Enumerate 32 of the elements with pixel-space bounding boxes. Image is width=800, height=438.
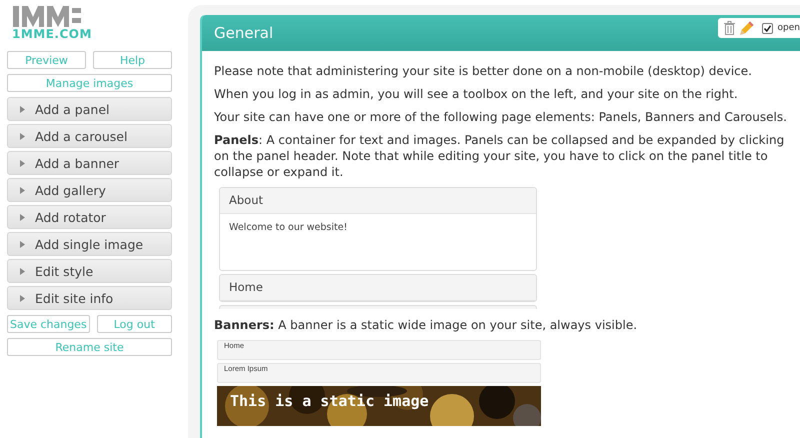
- sample-panel-header[interactable]: About: [220, 188, 536, 214]
- menu-item[interactable]: Edit site info: [7, 286, 172, 310]
- checkbox-label: open: [778, 23, 800, 33]
- menu-item[interactable]: Add a banner: [7, 151, 172, 175]
- paragraph: Panels: A container for text and images. Panels can be collapsed and be expanded by clicking on the panel header. Note that while editing your site, you have to click on the panel title to collapse or expand it.: [214, 132, 786, 180]
- menu-item[interactable]: Add rotator: [7, 205, 172, 229]
- menu-item[interactable]: Add a panel: [7, 97, 172, 121]
- pencil-icon[interactable]: [740, 21, 754, 35]
- panel-title: General: [214, 24, 274, 42]
- paragraph: Please note that administering your site is better done on a non-mobile (desktop) device.: [214, 63, 753, 79]
- caret-icon: [20, 160, 25, 166]
- open-checkbox[interactable]: [762, 22, 773, 34]
- caret-icon: [20, 106, 25, 112]
- menu-item[interactable]: Add single image: [7, 232, 172, 256]
- paragraph: Your site can have one or more of the following page elements: Panels, Banners and Carousels.: [214, 109, 788, 125]
- logo-icon: [12, 5, 82, 27]
- paragraph: Banners: A banner is a static wide image on your site, always visible.: [214, 317, 638, 333]
- trash-icon[interactable]: [724, 21, 735, 35]
- logo-text: 1MME.COM: [12, 28, 93, 41]
- caret-icon: [20, 132, 25, 140]
- menu-item[interactable]: Add gallery: [7, 178, 172, 202]
- panel-header[interactable]: General open: [202, 15, 800, 51]
- paragraph: When you log in as admin, you will see a toolbox on the left, and your site on the right.: [214, 86, 739, 102]
- caret-icon: [20, 268, 25, 274]
- sample-panel-body: Welcome to our website!: [228, 221, 348, 235]
- caret-icon: [20, 186, 25, 194]
- sample-panel-header[interactable]: Home: [220, 275, 536, 301]
- caret-icon: [20, 294, 25, 302]
- menu-item[interactable]: Add a carousel: [7, 124, 172, 148]
- menu-item[interactable]: Edit style: [7, 259, 172, 283]
- caret-icon: [20, 214, 25, 220]
- caret-icon: [20, 240, 25, 248]
